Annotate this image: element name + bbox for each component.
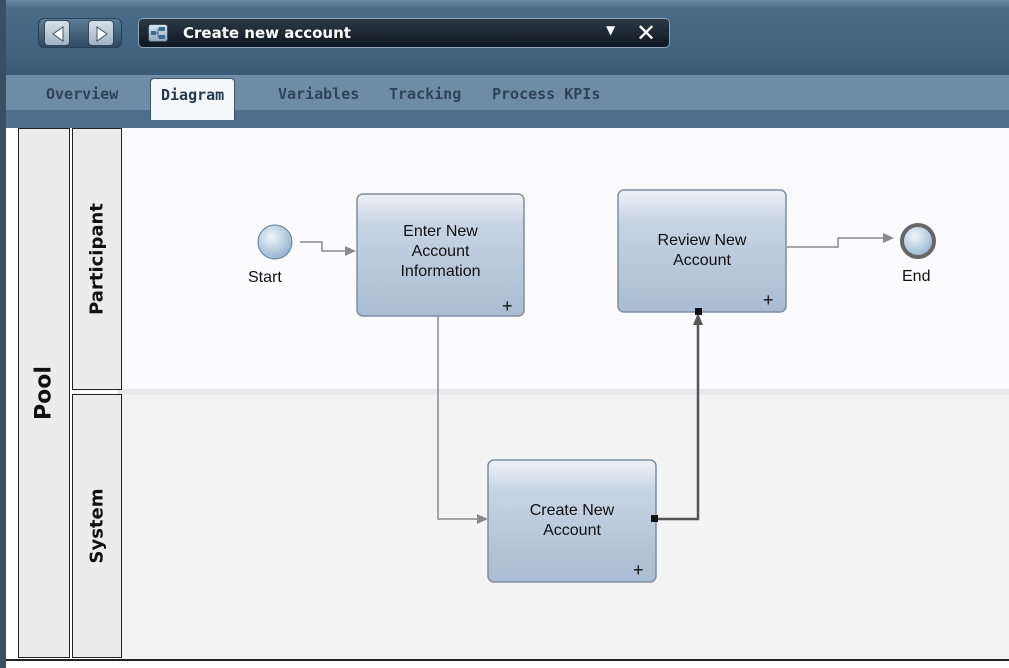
task-label: Create New Account xyxy=(488,501,656,541)
task-label-line: Account xyxy=(673,252,731,269)
task-label-line: Create New xyxy=(529,502,615,519)
expand-subprocess-icon[interactable]: + xyxy=(502,296,513,316)
task-label: Enter New Account Information xyxy=(357,222,524,282)
task-label-line: Account xyxy=(411,243,470,260)
sequence-flow-start-to-enter[interactable] xyxy=(300,241,356,256)
sequence-flow-review-to-end[interactable] xyxy=(787,233,894,248)
end-event-label: End xyxy=(902,268,931,285)
expand-subprocess-icon[interactable]: + xyxy=(763,290,774,310)
sequence-flow-create-to-review[interactable] xyxy=(655,313,703,521)
sequence-flow-enter-to-create[interactable] xyxy=(437,316,488,524)
connection-handle[interactable] xyxy=(695,308,702,315)
start-event-label: Start xyxy=(248,269,282,286)
task-label-line: Information xyxy=(400,263,481,280)
end-event-icon[interactable] xyxy=(900,223,936,259)
expand-subprocess-icon[interactable]: + xyxy=(633,560,644,580)
start-event-icon[interactable] xyxy=(257,224,293,260)
task-label: Review New Account xyxy=(618,231,786,271)
task-label-line: Enter New xyxy=(403,223,478,240)
task-label-line: Review New xyxy=(657,232,747,249)
process-diagram xyxy=(257,189,936,583)
task-label-line: Account xyxy=(543,522,601,539)
